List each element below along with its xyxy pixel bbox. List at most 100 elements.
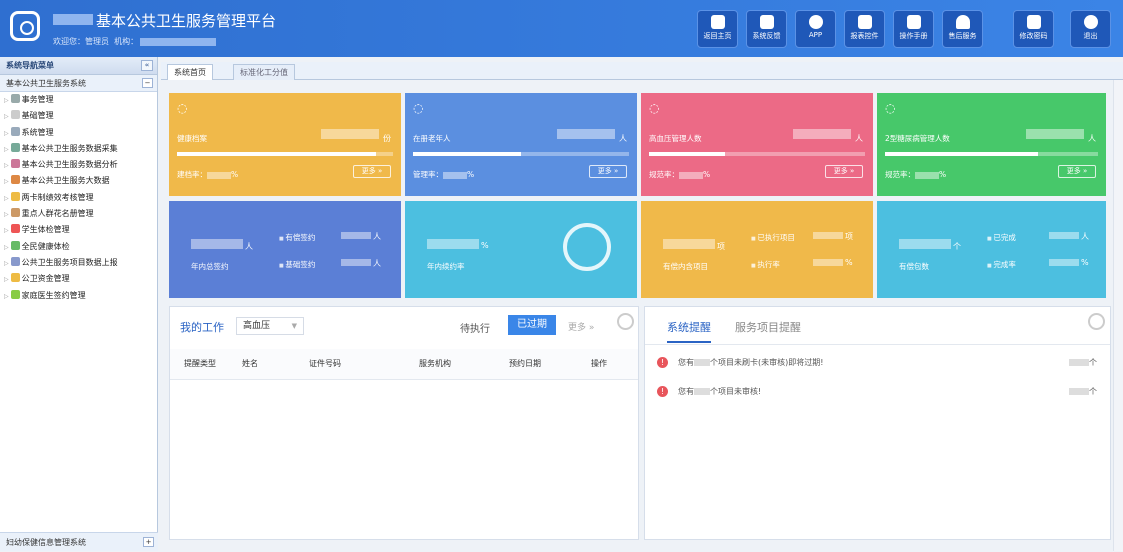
base-icon bbox=[10, 110, 20, 120]
more-button[interactable]: 更多 » bbox=[353, 165, 391, 178]
change-password-button[interactable]: 修改密码 bbox=[1013, 10, 1054, 48]
sidebar-item[interactable]: ▷ 基础管理 bbox=[0, 108, 157, 124]
value-redacted bbox=[813, 232, 843, 239]
stat-card: 人年内总签约有偿签约人基础签约人 bbox=[169, 201, 401, 298]
stat-card: 项有偿内含项目已执行项目项执行率% bbox=[641, 201, 873, 298]
sidebar-item[interactable]: ▷ 学生体检管理 bbox=[0, 222, 157, 238]
app-button[interactable]: APP bbox=[795, 10, 836, 48]
value-redacted bbox=[813, 259, 843, 266]
card-icon: ◌ bbox=[885, 101, 896, 115]
sidebar-item[interactable]: ▷ 基本公共卫生服务数据分析 bbox=[0, 157, 157, 173]
footer-toggle[interactable]: + bbox=[143, 537, 154, 547]
feedback-button[interactable]: 系统反馈 bbox=[746, 10, 787, 48]
sidebar-header: 系统导航菜单 « bbox=[0, 57, 157, 75]
tab-service-remind[interactable]: 服务项目提醒 bbox=[735, 319, 801, 335]
sidebar-item[interactable]: ▷ 事务管理 bbox=[0, 92, 157, 108]
value-redacted bbox=[191, 239, 243, 249]
app-icon bbox=[808, 15, 823, 29]
more-button[interactable]: 更多 » bbox=[1058, 165, 1096, 178]
value-redacted bbox=[1026, 129, 1084, 139]
sidebar-item[interactable]: ▷ 基本公共卫生服务数据采集 bbox=[0, 141, 157, 157]
stat-line: 基础签约 bbox=[279, 259, 315, 270]
progress-bar bbox=[413, 152, 629, 156]
stat-line: 已执行项目 bbox=[751, 232, 795, 243]
sidebar-item[interactable]: ▷ 系统管理 bbox=[0, 125, 157, 141]
more-button[interactable]: 更多 » bbox=[825, 165, 863, 178]
exit-button[interactable]: 退出 bbox=[1070, 10, 1111, 48]
sidebar-item-label: 公共卫生服务项目数据上报 bbox=[21, 257, 118, 267]
card-icon: ◌ bbox=[649, 101, 660, 115]
manual-button[interactable]: 操作手册 bbox=[893, 10, 934, 48]
arrow-right-icon: ▷ bbox=[4, 145, 9, 153]
service-button[interactable]: 售后服务 bbox=[942, 10, 983, 48]
arrow-right-icon: ▷ bbox=[4, 97, 9, 104]
refresh-icon[interactable] bbox=[1088, 313, 1105, 330]
student-icon bbox=[10, 224, 20, 234]
app-header: 基本公共卫生服务管理平台 欢迎您：管理员 机构： 返回主页 系统反馈 APP 报… bbox=[0, 0, 1123, 57]
sidebar-footer-system[interactable]: 妇幼保健信息管理系统 + bbox=[0, 532, 158, 551]
sidebar-item[interactable]: ▷ 基本公共卫生服务大数据 bbox=[0, 173, 157, 189]
remind-item[interactable]: ! 您有 个项目未刷卡(未审核)即将过期! 个 bbox=[657, 357, 1097, 368]
stat-unit: 人 bbox=[245, 242, 253, 251]
expired-filter[interactable]: 已过期 bbox=[508, 315, 556, 335]
stat-label: 年内总签约 bbox=[191, 262, 229, 271]
sidebar-item[interactable]: ▷ 两卡制绩效考核管理 bbox=[0, 190, 157, 206]
more-button[interactable]: 更多 » bbox=[589, 165, 627, 178]
progress-bar bbox=[649, 152, 865, 156]
tab-standard-score[interactable]: 标准化工分值 bbox=[233, 64, 295, 80]
work-table: 提醒类型 姓名 证件号码 服务机构 预约日期 操作 bbox=[170, 349, 638, 380]
feedback-icon bbox=[759, 15, 774, 29]
sidebar-item[interactable]: ▷ 公共卫生服务项目数据上报 bbox=[0, 255, 157, 271]
sidebar-item[interactable]: ▷ 公卫资金管理 bbox=[0, 271, 157, 287]
work-title: 我的工作 bbox=[180, 321, 224, 334]
pending-filter[interactable]: 待执行 bbox=[460, 320, 490, 335]
stat-label: 有偿内含项目 bbox=[663, 262, 708, 271]
refresh-icon[interactable] bbox=[617, 313, 634, 330]
sidebar-item-label: 学生体检管理 bbox=[21, 225, 70, 235]
stat-line-unit: 人 bbox=[1081, 232, 1089, 241]
report-icon bbox=[857, 15, 872, 29]
app-title: 基本公共卫生服务管理平台 bbox=[96, 12, 277, 30]
more-link[interactable]: 更多 » bbox=[568, 320, 594, 333]
logo-icon bbox=[10, 11, 40, 41]
sidebar-item[interactable]: ▷ 重点人群花名册管理 bbox=[0, 206, 157, 222]
arrow-right-icon: ▷ bbox=[4, 259, 9, 267]
progress-bar bbox=[885, 152, 1098, 156]
report-button[interactable]: 报表控件 bbox=[844, 10, 885, 48]
sidebar-system[interactable]: 基本公共卫生服务系统 − bbox=[0, 75, 157, 92]
stat-line: 完成率 bbox=[987, 259, 1016, 270]
health-icon bbox=[10, 240, 20, 250]
arrow-right-icon: ▷ bbox=[4, 178, 9, 186]
sidebar-item-label: 家庭医生签约管理 bbox=[21, 290, 86, 300]
stat-card: 个有偿包数 已完成 人完成率% bbox=[877, 201, 1106, 298]
tab-home[interactable]: 系统首页 bbox=[167, 64, 213, 80]
upload-icon bbox=[10, 256, 20, 266]
work-type-select[interactable]: 高血压 ▼ bbox=[236, 317, 304, 335]
stat-unit: 项 bbox=[717, 242, 725, 251]
system-toggle[interactable]: − bbox=[142, 78, 153, 88]
work-panel: 我的工作 高血压 ▼ 待执行 已过期 更多 » 提醒类型 姓名 证件号码 服务机构 预约日… bbox=[169, 306, 639, 540]
tab-system-remind[interactable]: 系统提醒 bbox=[667, 319, 711, 343]
collect-icon bbox=[10, 142, 20, 152]
stat-line: 已完成 bbox=[987, 232, 1016, 243]
summary-card: ◌ 2型糖尿病管理人数 人规范率：% 更多 » bbox=[877, 93, 1106, 196]
sidebar-item-label: 基本公共卫生服务数据采集 bbox=[21, 143, 118, 153]
remind-item[interactable]: ! 您有 个项目未审核! 个 bbox=[657, 386, 1097, 397]
collapse-button[interactable]: « bbox=[141, 60, 153, 71]
stat-line-unit: 人 bbox=[373, 232, 381, 241]
col-name: 姓名 bbox=[230, 349, 270, 380]
manual-icon bbox=[906, 15, 921, 29]
value-redacted bbox=[663, 239, 715, 249]
card-icon: ◌ bbox=[177, 101, 188, 115]
sidebar-item[interactable]: ▷ 全民健康体检 bbox=[0, 239, 157, 255]
scrollbar[interactable] bbox=[1113, 80, 1123, 551]
arrow-right-icon: ▷ bbox=[4, 194, 9, 202]
sidebar-item[interactable]: ▷ 家庭医生签约管理 bbox=[0, 288, 157, 304]
lock-icon bbox=[1026, 15, 1041, 29]
sidebar-item-label: 基本公共卫生服务大数据 bbox=[21, 176, 110, 186]
bigdata-icon bbox=[10, 175, 20, 185]
arrow-right-icon: ▷ bbox=[4, 276, 9, 284]
home-button[interactable]: 返回主页 bbox=[697, 10, 738, 48]
sidebar: 系统导航菜单 « 基本公共卫生服务系统 − ▷ 事务管理 ▷ 基础管理 ▷ 系统管理 ▷ 基本公共… bbox=[0, 57, 158, 551]
stat-line-unit: 项 bbox=[845, 232, 853, 241]
